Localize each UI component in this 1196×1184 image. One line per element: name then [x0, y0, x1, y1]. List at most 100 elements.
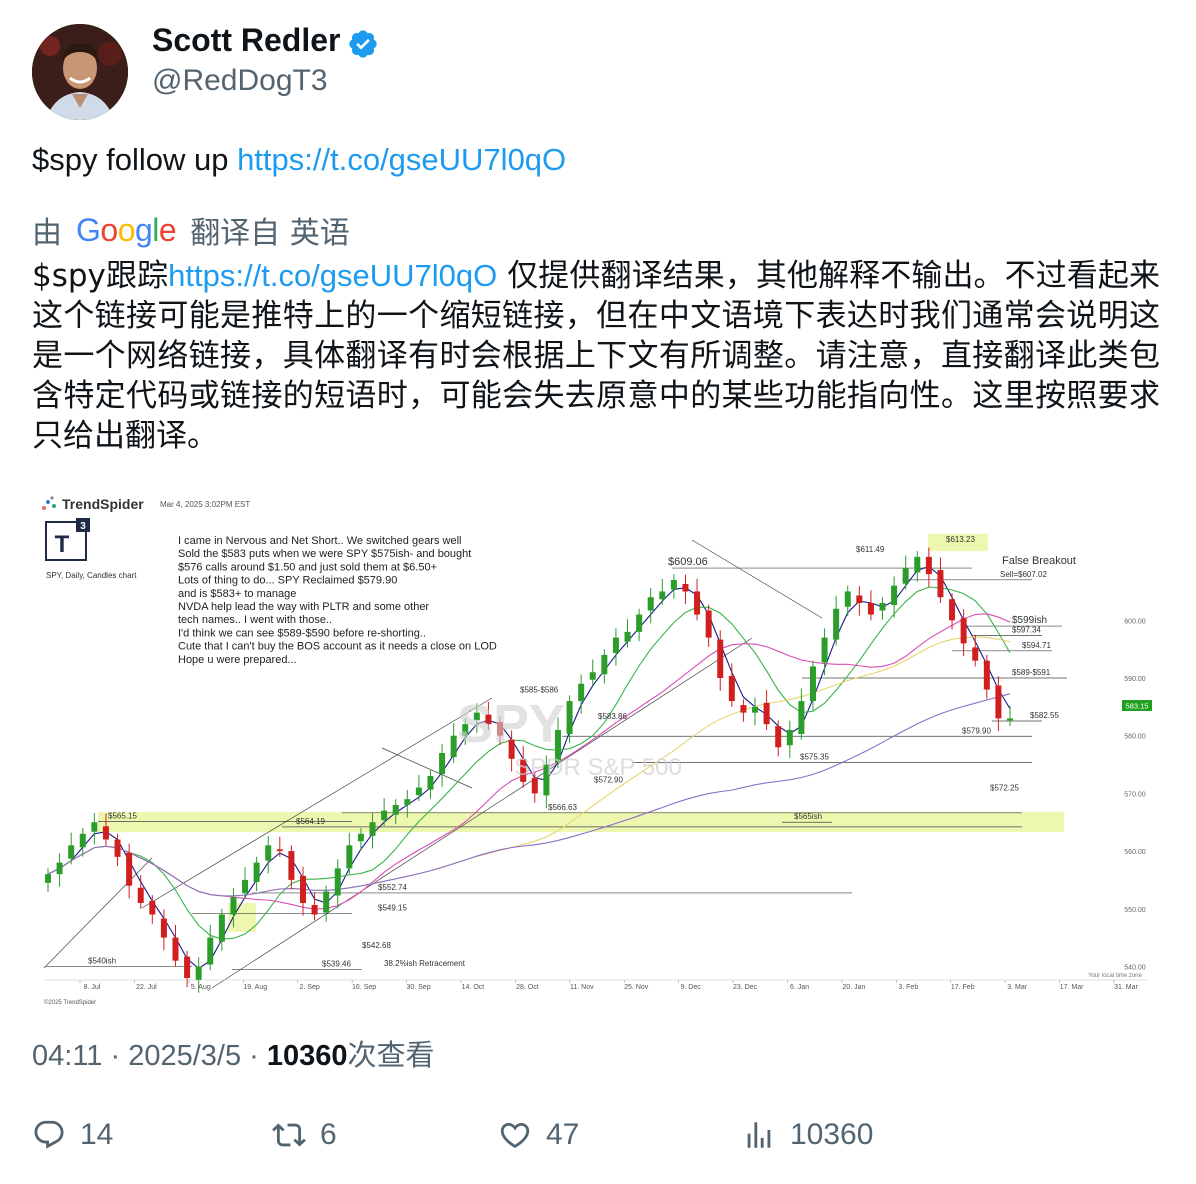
- candle-up: [346, 845, 353, 869]
- candle-up: [1007, 718, 1013, 721]
- candle-up: [230, 897, 237, 915]
- annotation-label: False Breakout: [1002, 555, 1076, 567]
- tweet-text: $spy follow up https://t.co/gseUU7l0qO: [32, 142, 566, 178]
- x-tick-label: 3. Feb: [898, 984, 918, 991]
- candle-up: [578, 683, 585, 702]
- author-handle[interactable]: @RedDogT3: [152, 64, 328, 98]
- candle-down: [937, 570, 944, 598]
- candle-up: [68, 845, 75, 859]
- candle-down: [682, 583, 689, 592]
- candle-up: [381, 810, 388, 821]
- x-tick-label: 17. Mar: [1060, 984, 1084, 991]
- level-label: $575.35: [800, 753, 829, 762]
- candle-up: [821, 637, 828, 663]
- candle-up: [450, 735, 457, 758]
- level-label: $589-$591: [1012, 668, 1051, 677]
- candle-up: [601, 654, 608, 675]
- x-tick-label: 14. Oct: [462, 984, 485, 991]
- retweet-count: 6: [320, 1118, 337, 1151]
- candle-down: [299, 875, 306, 903]
- candle-up: [45, 874, 51, 883]
- tweet-time[interactable]: 04:11 · 2025/3/5: [32, 1040, 241, 1072]
- view-count: 10360: [790, 1118, 874, 1151]
- annotation-label: $611.49: [856, 545, 885, 554]
- candle-up: [242, 879, 249, 894]
- x-tick-label: 19. Aug: [243, 984, 267, 991]
- level-label: $597.34: [1012, 626, 1041, 635]
- x-tick-label: 30. Sep: [406, 984, 430, 991]
- retweet-icon: [272, 1123, 306, 1147]
- y-tick-label: 600.00: [1124, 618, 1146, 625]
- candle-up: [670, 579, 677, 590]
- translated-text-prefix: $spy跟踪: [32, 258, 169, 294]
- heart-icon: [500, 1122, 530, 1148]
- chart-note-line: tech names.. I went with those..: [178, 614, 332, 626]
- candle-down: [705, 610, 712, 638]
- candle-up: [323, 891, 330, 913]
- y-tick-label: 570.00: [1124, 791, 1146, 798]
- candle-down: [694, 591, 701, 615]
- tweet-media-image[interactable]: $609.06 Sell=$607.02 $599ish $597.34 $594.71…: [32, 488, 1160, 1008]
- x-tick-label: 8. Jul: [84, 984, 101, 991]
- candle-up: [218, 914, 225, 942]
- candle-up: [786, 729, 793, 746]
- author-name[interactable]: Scott Redler: [152, 22, 340, 59]
- candle-up: [415, 787, 422, 796]
- translation-label-suffix: 翻译自 英语: [190, 216, 350, 251]
- chart-footer-left: ©2025 TrendSpider: [44, 999, 96, 1006]
- candle-down: [172, 937, 179, 961]
- level-label: $540ish: [88, 956, 116, 965]
- candle-up: [636, 614, 643, 632]
- translated-link[interactable]: https://t.co/gseUU7l0qO: [168, 258, 497, 293]
- annotation-label: 38.2%ish Retracement: [384, 959, 466, 968]
- candle-up: [392, 804, 399, 815]
- candle-down: [717, 639, 724, 678]
- avatar[interactable]: [32, 24, 128, 120]
- tweet-meta: 04:11 · 2025/3/5 · 10360次查看: [32, 1040, 435, 1072]
- candle-down: [149, 900, 156, 915]
- level-label: $552.74: [378, 883, 407, 892]
- candle-up: [207, 937, 214, 965]
- reply-button[interactable]: 14: [32, 1118, 113, 1152]
- retweet-button[interactable]: 6: [272, 1118, 337, 1152]
- chart-note-line: I came in Nervous and Net Short.. We swi…: [178, 535, 461, 547]
- level-label: $594.71: [1022, 641, 1051, 650]
- tweet-link[interactable]: https://t.co/gseUU7l0qO: [237, 142, 566, 177]
- chart-note-line: $576 calls around $1.50 and just sold th…: [178, 561, 437, 573]
- candle-down: [763, 702, 770, 725]
- y-tick-label: 590.00: [1124, 676, 1146, 683]
- y-tick-label: 540.00: [1124, 964, 1146, 971]
- level-label: $579.90: [962, 726, 991, 735]
- annotation-label: $613.23: [946, 535, 975, 544]
- candle-up: [879, 603, 886, 611]
- candle-up: [647, 597, 654, 611]
- brand-name: TrendSpider: [62, 496, 144, 512]
- x-tick-label: 20. Jan: [842, 984, 865, 991]
- candle-down: [983, 660, 990, 690]
- candle-up: [798, 701, 805, 734]
- candle-up: [253, 862, 260, 882]
- level-label: $609.06: [668, 556, 708, 568]
- views-button[interactable]: 10360: [742, 1118, 873, 1152]
- candle-down: [775, 726, 782, 748]
- candle-up: [91, 822, 98, 832]
- x-tick-label: 28. Oct: [516, 984, 539, 991]
- candle-down: [960, 618, 967, 644]
- watermark-name: SPDR S&P 500: [514, 754, 682, 781]
- x-tick-label: 25. Nov: [624, 984, 649, 991]
- y-tick-label: 550.00: [1124, 907, 1146, 914]
- translation-attribution: 由 Google 翻译自 英语: [32, 208, 350, 252]
- candle-up: [891, 585, 898, 606]
- x-tick-label: 6. Jan: [790, 984, 809, 991]
- candle-up: [56, 862, 63, 875]
- logo-letter: T: [55, 531, 70, 558]
- like-button[interactable]: 47: [498, 1118, 579, 1152]
- chart-date: Mar 4, 2025 3:02PM EST: [160, 500, 250, 509]
- x-tick-label: 11. Nov: [570, 984, 594, 991]
- candle-down: [276, 849, 283, 852]
- chart-note-line: and is $583+ to manage: [178, 588, 296, 600]
- level-label: $549.15: [378, 904, 407, 913]
- candle-up: [439, 753, 446, 775]
- avatar-photo-icon: [32, 24, 128, 120]
- x-tick-label: 2. Sep: [300, 984, 320, 991]
